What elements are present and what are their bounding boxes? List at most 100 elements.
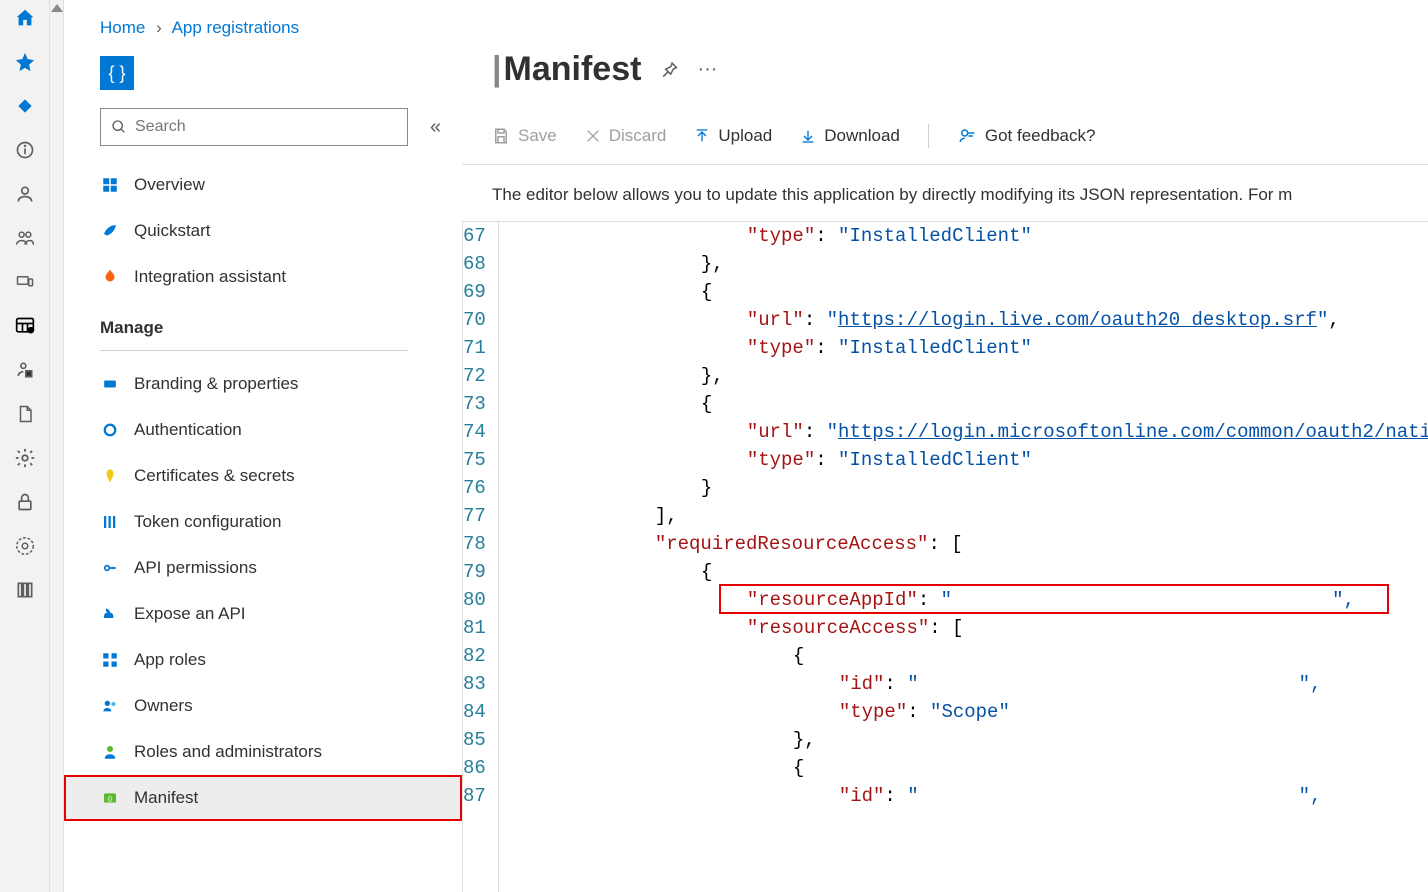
code-line[interactable]: "requiredResourceAccess": [: [509, 530, 1428, 558]
search-input[interactable]: [135, 118, 397, 136]
sidebar-item-approles[interactable]: App roles: [64, 637, 462, 683]
token-icon: [100, 512, 120, 532]
code-line[interactable]: "url": "https://login.microsoftonline.co…: [509, 418, 1428, 446]
sidebar-item-manifest[interactable]: {} Manifest: [64, 775, 462, 821]
sidebar-item-label: Token configuration: [134, 512, 281, 532]
owners-icon: [100, 696, 120, 716]
sidebar-item-label: Authentication: [134, 420, 242, 440]
sidebar-section-manage: Manage: [64, 300, 462, 344]
sidebar-item-label: App roles: [134, 650, 206, 670]
code-line[interactable]: ],: [509, 502, 1428, 530]
app-icon-badge: { }: [100, 56, 134, 90]
breadcrumb-home[interactable]: Home: [100, 18, 145, 37]
group-icon[interactable]: [13, 226, 37, 250]
discard-icon: [585, 128, 601, 144]
code-line[interactable]: },: [509, 362, 1428, 390]
document-icon[interactable]: [13, 402, 37, 426]
apipermissions-icon: [100, 558, 120, 578]
command-bar: Save Discard Upload Download Got feedbac…: [462, 117, 1428, 165]
sidebar-item-exposeapi[interactable]: Expose an API: [64, 591, 462, 637]
sidebar-item-label: Overview: [134, 175, 205, 195]
divider: [100, 350, 408, 351]
sidebar-item-authentication[interactable]: Authentication: [64, 407, 462, 453]
code-area[interactable]: "type": "InstalledClient"},{"url": "http…: [499, 222, 1428, 892]
code-line[interactable]: "type": "InstalledClient": [509, 222, 1428, 250]
breadcrumb-appreg[interactable]: App registrations: [172, 18, 300, 37]
upload-icon: [694, 127, 710, 145]
line-number-gutter: 6768697071727374757677787980818283848586…: [463, 222, 499, 892]
more-icon[interactable]: ···: [697, 58, 717, 81]
code-line[interactable]: }: [509, 474, 1428, 502]
roles-icon: [100, 742, 120, 762]
sidebar-item-overview[interactable]: Overview: [64, 162, 462, 208]
feedback-icon: [957, 127, 977, 145]
code-line[interactable]: "type": "InstalledClient": [509, 446, 1428, 474]
approles-icon: [100, 650, 120, 670]
sidebar-item-label: Certificates & secrets: [134, 466, 295, 486]
sidebar-item-label: Roles and administrators: [134, 742, 322, 762]
sidebar-item-certificates[interactable]: Certificates & secrets: [64, 453, 462, 499]
apps-grid-icon[interactable]: [13, 314, 37, 338]
sidebar-item-label: Owners: [134, 696, 193, 716]
lock-icon[interactable]: [13, 490, 37, 514]
download-button[interactable]: Download: [800, 126, 900, 146]
code-line[interactable]: "type": "Scope": [509, 698, 1428, 726]
gear-icon[interactable]: [13, 446, 37, 470]
sidebar-item-label: Expose an API: [134, 604, 246, 624]
code-line[interactable]: },: [509, 250, 1428, 278]
code-line[interactable]: {: [509, 278, 1428, 306]
feedback-button[interactable]: Got feedback?: [957, 126, 1096, 146]
scroll-up-arrow-icon[interactable]: [51, 4, 63, 12]
sidebar-menu: Overview Quickstart Integration assistan…: [64, 162, 462, 821]
cog-circle-icon[interactable]: [13, 534, 37, 558]
sidebar-item-branding[interactable]: Branding & properties: [64, 361, 462, 407]
sidebar-item-owners[interactable]: Owners: [64, 683, 462, 729]
sidebar-item-label: API permissions: [134, 558, 257, 578]
code-line[interactable]: {: [509, 754, 1428, 782]
save-button[interactable]: Save: [492, 126, 557, 146]
diamond-icon[interactable]: [13, 94, 37, 118]
info-icon[interactable]: [13, 138, 37, 162]
devices-icon[interactable]: [13, 270, 37, 294]
code-line[interactable]: "url": "https://login.live.com/oauth20_d…: [509, 306, 1428, 334]
upload-button[interactable]: Upload: [694, 126, 772, 146]
sidebar-item-quickstart[interactable]: Quickstart: [64, 208, 462, 254]
person-icon[interactable]: [13, 182, 37, 206]
person-cube-icon[interactable]: [13, 358, 37, 382]
library-icon[interactable]: [13, 578, 37, 602]
breadcrumb-separator: ›: [156, 18, 162, 37]
sidebar-item-tokenconfig[interactable]: Token configuration: [64, 499, 462, 545]
pin-icon[interactable]: [659, 60, 679, 80]
sidebar-item-roles[interactable]: Roles and administrators: [64, 729, 462, 775]
code-line[interactable]: "type": "InstalledClient": [509, 334, 1428, 362]
sidebar-item-label: Quickstart: [134, 221, 211, 241]
svg-text:{}: {}: [108, 796, 113, 803]
breadcrumb: Home › App registrations: [64, 18, 462, 56]
discard-button[interactable]: Discard: [585, 126, 667, 146]
code-line[interactable]: "resourceAccess": [: [509, 614, 1428, 642]
main-content: |Manifest ··· Save Discard Upload Downlo…: [462, 0, 1428, 892]
rail-scrollbar[interactable]: [50, 0, 64, 892]
code-line[interactable]: {: [509, 390, 1428, 418]
integration-icon: [100, 267, 120, 287]
page-title: |Manifest: [492, 50, 641, 89]
manifest-icon: {}: [100, 788, 120, 808]
collapse-sidebar-button[interactable]: «: [420, 116, 441, 139]
editor-description: The editor below allows you to update th…: [462, 165, 1428, 221]
certificates-icon: [100, 466, 120, 486]
code-line[interactable]: {: [509, 642, 1428, 670]
overview-icon: [100, 175, 120, 195]
json-editor[interactable]: 6768697071727374757677787980818283848586…: [462, 221, 1428, 892]
toolbar-separator: [928, 124, 929, 148]
code-line[interactable]: {: [509, 558, 1428, 586]
sidebar-item-apipermissions[interactable]: API permissions: [64, 545, 462, 591]
sidebar-item-integration[interactable]: Integration assistant: [64, 254, 462, 300]
code-line[interactable]: },: [509, 726, 1428, 754]
star-icon[interactable]: [13, 50, 37, 74]
home-icon[interactable]: [13, 6, 37, 30]
code-line[interactable]: "id": "",: [509, 782, 1428, 810]
code-line[interactable]: "resourceAppId": "",: [509, 586, 1428, 614]
sidebar-search[interactable]: [100, 108, 408, 146]
code-line[interactable]: "id": "",: [509, 670, 1428, 698]
navigation-pane: Home › App registrations { } « Overview …: [64, 0, 462, 892]
